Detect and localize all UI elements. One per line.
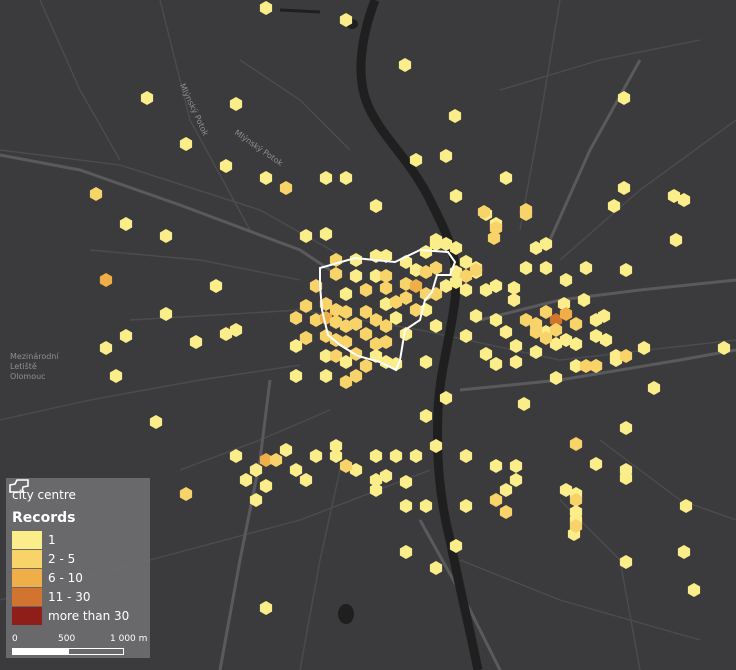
legend-swatch [12,530,42,549]
legend-class-row: 1 [12,530,144,549]
scale-bar-segment-2 [68,648,124,655]
airport-label-line-3: Olomouc [10,372,46,381]
legend: city centre Records 1 2 - 5 6 - 10 11 - 30 m… [6,478,150,658]
legend-class-label: more than 30 [48,608,130,623]
scale-label-500: 500 [58,634,76,644]
legend-swatch [12,606,42,625]
legend-class-row: 11 - 30 [12,587,144,606]
map-canvas[interactable]: Mlýnský Potok Mlýnský Potok Mezinárodní … [0,0,736,670]
legend-swatch [12,587,42,606]
scale-bar-segment-1 [12,648,68,655]
legend-swatch [12,549,42,568]
city-centre-outline-icon [9,479,29,493]
scale-label-1000: 1 000 m [110,634,148,644]
legend-city-centre: city centre [9,479,144,506]
legend-classes: 1 2 - 5 6 - 10 11 - 30 more than 30 [12,530,144,625]
legend-class-label: 1 [48,532,56,547]
legend-class-row: 6 - 10 [12,568,144,587]
airport-label: Mezinárodní Letiště Olomouc [10,352,59,382]
legend-class-row: more than 30 [12,606,144,625]
legend-title: Records [12,510,76,526]
scale-label-0: 0 [12,634,18,644]
scale-bar: 0 500 1 000 m [12,634,152,656]
airport-label-line-2: Letiště [10,362,37,371]
legend-class-label: 2 - 5 [48,551,76,566]
legend-swatch [12,568,42,587]
legend-class-row: 2 - 5 [12,549,144,568]
airport-label-line-1: Mezinárodní [10,352,59,361]
legend-class-label: 6 - 10 [48,570,83,585]
legend-class-label: 11 - 30 [48,589,91,604]
